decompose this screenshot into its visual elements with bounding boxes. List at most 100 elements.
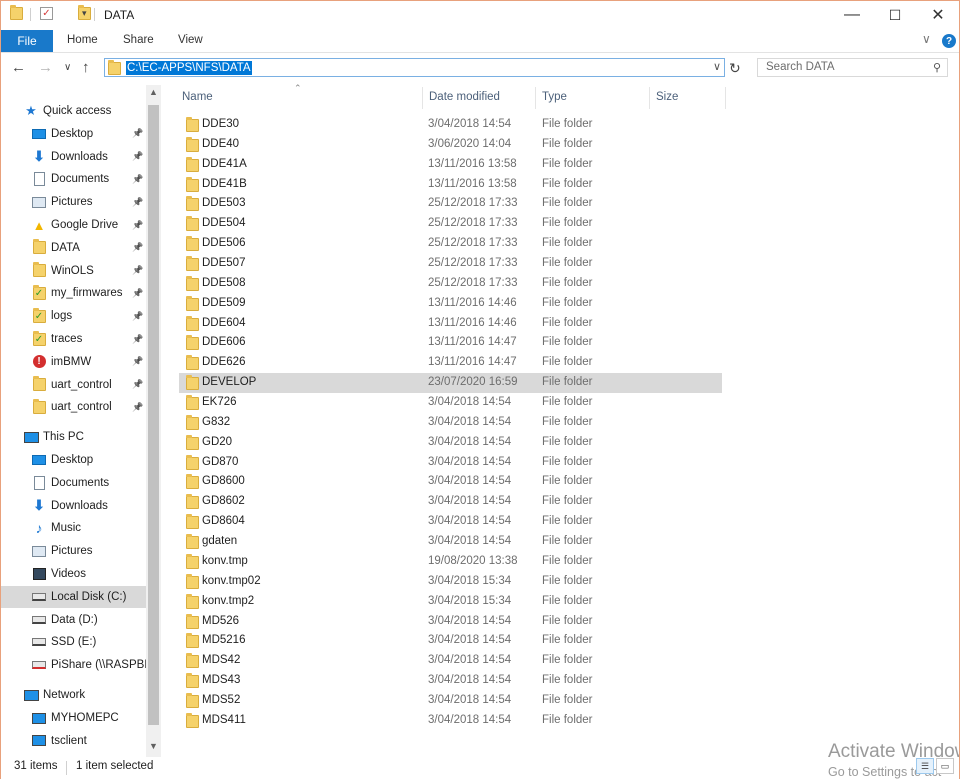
sidebar-item-desktop[interactable]: Desktop 📌 xyxy=(0,123,146,145)
file-row[interactable]: DDE606 13/11/2016 14:47 File folder xyxy=(179,333,722,353)
file-row[interactable]: MD5216 3/04/2018 14:54 File folder xyxy=(179,631,722,651)
sidebar-item-music[interactable]: ♪ Music xyxy=(0,517,146,539)
sidebar-item-desktop[interactable]: Desktop xyxy=(0,449,146,471)
sidebar-this-pc[interactable]: This PC xyxy=(0,426,146,448)
title-bar: ✓ ▾ DATA — ☐ ✕ xyxy=(0,0,960,30)
column-type[interactable]: Type xyxy=(542,91,567,103)
file-row[interactable]: DDE507 25/12/2018 17:33 File folder xyxy=(179,254,722,274)
sidebar-item-data-d[interactable]: Data (D:) xyxy=(0,609,146,631)
column-date-modified[interactable]: Date modified xyxy=(429,91,500,103)
sidebar-item-logs[interactable]: ✓ logs 📌 xyxy=(0,305,146,327)
tab-home[interactable]: Home xyxy=(67,34,98,46)
file-row[interactable]: MD526 3/04/2018 14:54 File folder xyxy=(179,612,722,632)
file-row[interactable]: DDE40 3/06/2020 14:04 File folder xyxy=(179,135,722,155)
file-date-modified: 3/04/2018 14:54 xyxy=(428,495,512,508)
sidebar-item-myhomepc[interactable]: MYHOMEPC xyxy=(0,707,146,729)
forward-button[interactable]: → xyxy=(38,59,53,76)
file-row[interactable]: DDE504 25/12/2018 17:33 File folder xyxy=(179,214,722,234)
file-row[interactable]: DEVELOP 23/07/2020 16:59 File folder xyxy=(179,373,722,394)
file-row[interactable]: konv.tmp 19/08/2020 13:38 File folder xyxy=(179,552,722,572)
sidebar-item-videos[interactable]: Videos xyxy=(0,563,146,585)
file-row[interactable]: DDE508 25/12/2018 17:33 File folder xyxy=(179,274,722,294)
file-type: File folder xyxy=(542,396,593,409)
sidebar-item-documents[interactable]: Documents 📌 xyxy=(0,168,146,190)
file-row[interactable]: konv.tmp2 3/04/2018 15:34 File folder xyxy=(179,592,722,612)
sidebar-item-pictures[interactable]: Pictures 📌 xyxy=(0,191,146,213)
column-divider[interactable] xyxy=(649,87,650,109)
file-row[interactable]: DDE509 13/11/2016 14:46 File folder xyxy=(179,294,722,314)
sidebar-quick-access[interactable]: ★ Quick access xyxy=(0,100,146,122)
sidebar-item-google-drive[interactable]: ▲ Google Drive 📌 xyxy=(0,214,146,236)
sidebar-item-uart-control[interactable]: uart_control 📌 xyxy=(0,374,146,396)
sidebar-item-imbmw[interactable]: ! imBMW 📌 xyxy=(0,351,146,373)
address-bar[interactable]: C:\EC-APPS\NFS\DATA ∨ xyxy=(104,58,725,77)
expand-ribbon-icon[interactable]: ∨ xyxy=(922,32,931,46)
sidebar-item-data[interactable]: DATA 📌 xyxy=(0,237,146,259)
column-divider[interactable] xyxy=(422,87,423,109)
sidebar-scrollbar[interactable]: ▲ ▼ xyxy=(146,85,161,757)
minimize-button[interactable]: — xyxy=(829,0,875,30)
file-row[interactable]: konv.tmp02 3/04/2018 15:34 File folder xyxy=(179,572,722,592)
sidebar-item-local-disk-c[interactable]: Local Disk (C:) xyxy=(0,585,146,608)
maximize-button[interactable]: ☐ xyxy=(872,0,918,30)
scroll-down-icon[interactable]: ▼ xyxy=(149,741,158,751)
sidebar-item-pishare-raspber[interactable]: PiShare (\\RASPBER xyxy=(0,654,160,676)
help-icon[interactable]: ? xyxy=(942,34,956,48)
file-name: GD8600 xyxy=(202,475,245,488)
file-date-modified: 3/06/2020 14:04 xyxy=(428,137,512,150)
tab-file[interactable]: File xyxy=(1,30,53,52)
sidebar-item-ssd-e[interactable]: SSD (E:) xyxy=(0,631,146,653)
file-row[interactable]: GD8602 3/04/2018 14:54 File folder xyxy=(179,492,722,512)
file-row[interactable]: DDE30 3/04/2018 14:54 File folder xyxy=(179,115,722,135)
sidebar-item-my-firmwares[interactable]: ✓ my_firmwares 📌 xyxy=(0,282,146,304)
file-row[interactable]: gdaten 3/04/2018 14:54 File folder xyxy=(179,532,722,552)
close-button[interactable]: ✕ xyxy=(915,0,960,30)
file-row[interactable]: EK726 3/04/2018 14:54 File folder xyxy=(179,393,722,413)
file-row[interactable]: MDS43 3/04/2018 14:54 File folder xyxy=(179,671,722,691)
address-dropdown-icon[interactable]: ∨ xyxy=(713,60,721,73)
column-name[interactable]: Name xyxy=(182,91,213,103)
column-divider[interactable] xyxy=(725,87,726,109)
sidebar-item-winols[interactable]: WinOLS 📌 xyxy=(0,260,146,282)
sidebar-item-downloads[interactable]: ⬇ Downloads 📌 xyxy=(0,146,146,168)
sidebar-item-traces[interactable]: ✓ traces 📌 xyxy=(0,328,146,350)
search-icon[interactable]: ⚲ xyxy=(933,61,941,74)
sidebar-item-tsclient[interactable]: tsclient xyxy=(0,730,146,752)
refresh-button[interactable]: ↻ xyxy=(729,60,741,77)
file-row[interactable]: MDS42 3/04/2018 14:54 File folder xyxy=(179,651,722,671)
file-row[interactable]: DDE626 13/11/2016 14:47 File folder xyxy=(179,353,722,373)
file-row[interactable]: GD8604 3/04/2018 14:54 File folder xyxy=(179,512,722,532)
scrollbar-thumb[interactable] xyxy=(148,105,159,725)
file-row[interactable]: GD8600 3/04/2018 14:54 File folder xyxy=(179,472,722,492)
tab-view[interactable]: View xyxy=(178,34,203,46)
properties-icon[interactable]: ✓ xyxy=(40,7,53,20)
file-row[interactable]: DDE503 25/12/2018 17:33 File folder xyxy=(179,194,722,214)
file-row[interactable]: MDS52 3/04/2018 14:54 File folder xyxy=(179,691,722,711)
qat-dropdown-icon[interactable]: ▾ xyxy=(82,8,87,19)
file-row[interactable]: DDE41B 13/11/2016 13:58 File folder xyxy=(179,175,722,195)
sidebar-item-uart-control[interactable]: uart_control 📌 xyxy=(0,396,146,418)
file-row[interactable]: GD20 3/04/2018 14:54 File folder xyxy=(179,433,722,453)
sidebar-network[interactable]: Network xyxy=(0,684,146,706)
large-icons-view-icon[interactable]: ▭ xyxy=(936,758,954,774)
recent-locations-button[interactable]: ∨ xyxy=(64,62,71,73)
back-button[interactable]: ← xyxy=(11,59,26,76)
address-text[interactable]: C:\EC-APPS\NFS\DATA xyxy=(126,61,252,75)
search-input[interactable]: Search DATA ⚲ xyxy=(757,58,948,77)
file-date-modified: 13/11/2016 14:46 xyxy=(428,316,517,329)
file-row[interactable]: DDE41A 13/11/2016 13:58 File folder xyxy=(179,155,722,175)
file-row[interactable]: MDS411 3/04/2018 14:54 File folder xyxy=(179,711,722,731)
column-size[interactable]: Size xyxy=(656,91,678,103)
sidebar-item-pictures[interactable]: Pictures xyxy=(0,540,146,562)
details-view-icon[interactable]: ☰ xyxy=(916,758,934,774)
file-row[interactable]: GD870 3/04/2018 14:54 File folder xyxy=(179,453,722,473)
scroll-up-icon[interactable]: ▲ xyxy=(149,87,158,97)
sidebar-item-documents[interactable]: Documents xyxy=(0,472,146,494)
tab-share[interactable]: Share xyxy=(123,34,154,46)
sidebar-item-downloads[interactable]: ⬇ Downloads xyxy=(0,495,146,517)
file-row[interactable]: DDE506 25/12/2018 17:33 File folder xyxy=(179,234,722,254)
up-button[interactable]: ↑ xyxy=(82,59,90,76)
file-row[interactable]: DDE604 13/11/2016 14:46 File folder xyxy=(179,314,722,334)
column-divider[interactable] xyxy=(535,87,536,109)
file-row[interactable]: G832 3/04/2018 14:54 File folder xyxy=(179,413,722,433)
